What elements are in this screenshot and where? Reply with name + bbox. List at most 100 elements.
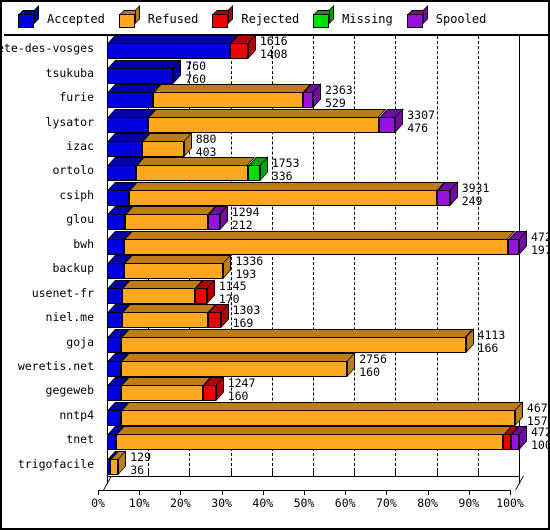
- category-label-niel.me: niel.me: [45, 310, 94, 325]
- bar-segment-rejected: [229, 43, 248, 60]
- bar-furie: [98, 83, 510, 109]
- bar-bete-des-vosges: [98, 34, 510, 60]
- legend-item-rejected: Rejected: [212, 5, 300, 28]
- bar-segment-spooled: [378, 116, 396, 133]
- bar-total-label: 3307: [407, 107, 435, 122]
- x-tick-back-10%: [148, 470, 150, 476]
- bar-segment-accepted: [107, 263, 124, 280]
- x-tick-back-40%: [271, 470, 273, 476]
- bar-segment-refused: [120, 409, 515, 426]
- bar-segment-accepted: [107, 385, 121, 402]
- bar-total-label: 1303: [232, 303, 261, 318]
- bar-segment-accepted: [107, 116, 149, 133]
- bar-trigofacile: [98, 449, 510, 475]
- legend-item-spooled: Spooled: [406, 5, 486, 28]
- chart-container: Accepted Refused Rejected Missing Spooled be…: [0, 0, 550, 530]
- x-tick-label-90%: 90%: [458, 496, 480, 510]
- category-label-usenet-fr: usenet-fr: [31, 285, 94, 300]
- bar-total-label: 1294: [231, 205, 260, 220]
- x-axis-back-line: [107, 476, 519, 477]
- bar-segment-refused: [120, 385, 203, 402]
- category-label-bete-des-vosges: bete-des-vosges: [0, 41, 94, 56]
- bar-segment-spooled: [208, 214, 220, 231]
- bar-total-label: 4726: [531, 229, 548, 244]
- x-tick-back-50%: [313, 470, 314, 476]
- x-tick-30%: [221, 490, 223, 495]
- x-tick-label-10%: 10%: [128, 496, 150, 510]
- bar-segment-accepted: [107, 141, 143, 157]
- x-tick-90%: [468, 490, 470, 495]
- bar-accepted-label: 36: [130, 462, 145, 477]
- bar-segment-accepted: [107, 409, 121, 426]
- bar-total-label: 1336: [235, 254, 264, 269]
- x-tick-label-20%: 20%: [170, 496, 191, 510]
- bar-total-label: 1616: [259, 34, 288, 49]
- bar-total-label: 4679: [526, 400, 548, 415]
- x-tick-40%: [262, 490, 264, 495]
- x-tick-label-30%: 30%: [211, 496, 232, 510]
- bar-segment-accepted: [107, 43, 230, 60]
- bar-bwh: [98, 229, 528, 255]
- category-label-izac: izac: [66, 139, 94, 153]
- category-label-glou: glou: [66, 212, 94, 227]
- category-label-backup: backup: [52, 261, 94, 276]
- legend-label: Refused: [147, 12, 199, 26]
- bar-segment-accepted: [107, 312, 122, 329]
- bar-total-label: 4726: [531, 425, 548, 440]
- category-label-csiph: csiph: [59, 187, 94, 202]
- x-tick-back-0%: [107, 470, 108, 476]
- category-label-gegeweb: gegeweb: [45, 383, 94, 398]
- bar-backup: [98, 254, 510, 280]
- bar-lysator: [98, 107, 510, 133]
- plot-grid: 1616 1408 760 760 2363 529 3307 476 880 403 1753 33…: [98, 34, 548, 484]
- x-tick-back-90%: [477, 470, 479, 476]
- bar-segment-accepted: [107, 67, 174, 84]
- x-tick-back-20%: [189, 470, 191, 476]
- bar-segment-rejected: [194, 287, 207, 304]
- legend-cube-icon: [118, 5, 141, 28]
- bar-total-label: 1753: [271, 156, 300, 171]
- bar-segment-refused: [120, 361, 348, 377]
- bar-segment-refused: [121, 312, 208, 329]
- bar-total-label: 760: [185, 58, 207, 73]
- bar-segment-refused: [136, 165, 248, 182]
- legend-cube-icon: [212, 5, 234, 28]
- category-label-goja: goja: [66, 334, 94, 349]
- x-tick-50%: [304, 490, 305, 495]
- bar-csiph: [98, 180, 510, 206]
- x-tick-back-30%: [230, 470, 232, 476]
- bar-segment-rejected: [503, 434, 512, 451]
- x-tick-20%: [180, 490, 182, 495]
- bar-segment-accepted: [107, 336, 122, 353]
- legend-cube-icon: [406, 5, 429, 28]
- x-tick-70%: [386, 490, 388, 495]
- bar-segment-refused: [121, 287, 195, 304]
- bar-segment-accepted: [107, 287, 122, 304]
- legend-cube-icon: [18, 5, 40, 28]
- bar-segment-refused: [142, 141, 184, 157]
- legend-label: Missing: [342, 12, 393, 26]
- bar-segment-spooled: [511, 434, 519, 451]
- category-label-tnet: tnet: [66, 432, 94, 447]
- bar-segment-refused: [153, 92, 304, 109]
- bar-total-label: 3931: [461, 180, 490, 195]
- category-label-furie: furie: [59, 90, 94, 105]
- legend-item-missing: Missing: [313, 5, 393, 28]
- bar-glou: [98, 205, 510, 231]
- bar-accepted-label: 100: [531, 438, 550, 453]
- bar-segment-accepted: [107, 238, 125, 255]
- category-label-trigofacile: trigofacile: [17, 456, 94, 471]
- category-label-ortolo: ortolo: [52, 163, 94, 178]
- bar-segment-spooled: [303, 92, 313, 109]
- bar-segment-spooled: [507, 238, 519, 255]
- bar-segment-refused: [121, 336, 466, 353]
- bar-segment-rejected: [202, 385, 216, 402]
- bar-total-label: 2363: [325, 83, 353, 98]
- bar-tnet: [98, 425, 528, 451]
- bar-total-label: 2756: [359, 352, 387, 366]
- x-tick-back-100%: [519, 470, 520, 476]
- bar-accepted-label: 197: [531, 242, 550, 257]
- x-axis-connector-0: [103, 476, 112, 490]
- legend-label: Rejected: [241, 12, 300, 26]
- bar-segment-refused: [123, 263, 224, 280]
